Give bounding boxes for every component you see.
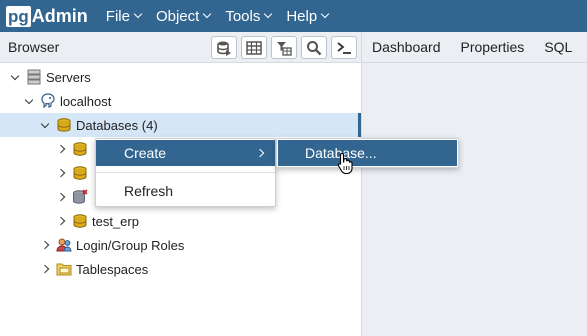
tree-node-label: Databases (4) <box>76 117 158 133</box>
tree-node-label: Tablespaces <box>76 261 149 277</box>
table-grid-icon <box>246 40 262 55</box>
chevron-right-icon <box>56 168 66 178</box>
chevron-down-icon <box>40 119 50 128</box>
submenu-database[interactable]: Database... <box>278 140 457 166</box>
chevron-right-icon <box>56 144 66 154</box>
main-menu: File Object Tools Help <box>106 8 343 25</box>
tree-node-servers[interactable]: Servers <box>0 65 358 89</box>
chevron-right-icon <box>40 240 50 250</box>
context-menu: Create Refresh <box>95 138 276 207</box>
expand-toggle[interactable] <box>55 214 67 228</box>
chevron-right-icon <box>40 264 50 274</box>
expand-toggle[interactable] <box>23 94 35 108</box>
search-objects-button[interactable] <box>301 36 327 59</box>
menu-tools[interactable]: Tools <box>225 7 273 25</box>
menu-help-label: Help <box>286 7 318 25</box>
tab-sql[interactable]: SQL <box>544 39 572 55</box>
hand-cursor-icon <box>337 152 353 174</box>
expand-toggle[interactable] <box>39 238 51 252</box>
main-tab-strip: Dashboard Properties SQL <box>361 32 587 63</box>
browser-toolbar <box>207 36 357 59</box>
menu-file-label: File <box>105 7 130 25</box>
database-icon <box>72 141 88 157</box>
tab-dashboard[interactable]: Dashboard <box>372 39 441 55</box>
menu-help[interactable]: Help <box>286 7 330 25</box>
folder-icon <box>56 261 72 277</box>
tree-node-login-group-roles[interactable]: Login/Group Roles <box>0 233 358 257</box>
expand-toggle[interactable] <box>55 142 67 156</box>
servers-icon <box>26 69 42 85</box>
chevron-right-icon <box>56 216 66 226</box>
context-menu-create-label: Create <box>124 145 167 161</box>
main-content-panel <box>361 63 587 336</box>
search-icon <box>307 40 322 55</box>
context-menu-create[interactable]: Create <box>96 140 275 166</box>
menu-tools-label: Tools <box>225 7 261 25</box>
view-data-button[interactable] <box>241 36 267 59</box>
postgres-elephant-icon <box>40 93 56 109</box>
tree-node-label: test_erp <box>92 213 139 229</box>
roles-icon <box>56 237 72 253</box>
terminal-icon <box>337 41 351 54</box>
menu-object[interactable]: Object <box>155 7 212 25</box>
tree-node-label: Servers <box>46 69 91 85</box>
tree-node-localhost[interactable]: localhost <box>0 89 358 113</box>
top-menubar: pg Admin File Object Tools Help <box>0 0 587 32</box>
browser-title: Browser <box>8 39 60 55</box>
chevron-down-icon <box>133 9 143 19</box>
expand-toggle[interactable] <box>55 166 67 180</box>
create-submenu: Database... <box>276 138 459 168</box>
query-tool-button[interactable] <box>211 36 237 59</box>
filter-table-icon <box>277 41 292 56</box>
tree-node-label: localhost <box>60 93 112 109</box>
expand-toggle[interactable] <box>9 70 21 84</box>
browser-panel-header: Browser <box>0 32 361 63</box>
tree-node-databases[interactable]: Databases (4) <box>0 113 361 137</box>
context-menu-refresh[interactable]: Refresh <box>96 178 275 204</box>
tree-node-test-erp[interactable]: test_erp <box>0 209 358 233</box>
context-menu-refresh-label: Refresh <box>124 183 174 199</box>
chevron-down-icon <box>320 9 330 19</box>
database-icon <box>72 165 88 181</box>
pgadmin-logo: pg Admin <box>6 4 88 28</box>
database-query-icon <box>217 41 231 56</box>
expand-toggle[interactable] <box>39 262 51 276</box>
chevron-down-icon <box>10 71 20 80</box>
filtered-rows-button[interactable] <box>271 36 297 59</box>
chevron-down-icon <box>24 95 34 104</box>
database-disconnected-icon <box>72 189 88 205</box>
expand-toggle[interactable] <box>55 190 67 204</box>
database-icon <box>56 117 72 133</box>
menu-file[interactable]: File <box>105 7 143 25</box>
menu-object-label: Object <box>155 7 200 25</box>
logo-pg-text: pg <box>6 5 31 27</box>
expand-toggle[interactable] <box>39 118 51 132</box>
database-icon <box>72 213 88 229</box>
chevron-down-icon <box>203 9 212 19</box>
chevron-right-icon <box>56 192 66 202</box>
chevron-down-icon <box>264 9 273 19</box>
psql-tool-button[interactable] <box>331 36 357 59</box>
tree-node-label: Login/Group Roles <box>76 237 185 253</box>
tab-properties[interactable]: Properties <box>461 39 525 55</box>
tree-node-tablespaces[interactable]: Tablespaces <box>0 257 358 281</box>
menu-divider <box>96 172 275 173</box>
chevron-right-icon <box>255 148 265 158</box>
logo-admin-text: Admin <box>31 5 88 26</box>
